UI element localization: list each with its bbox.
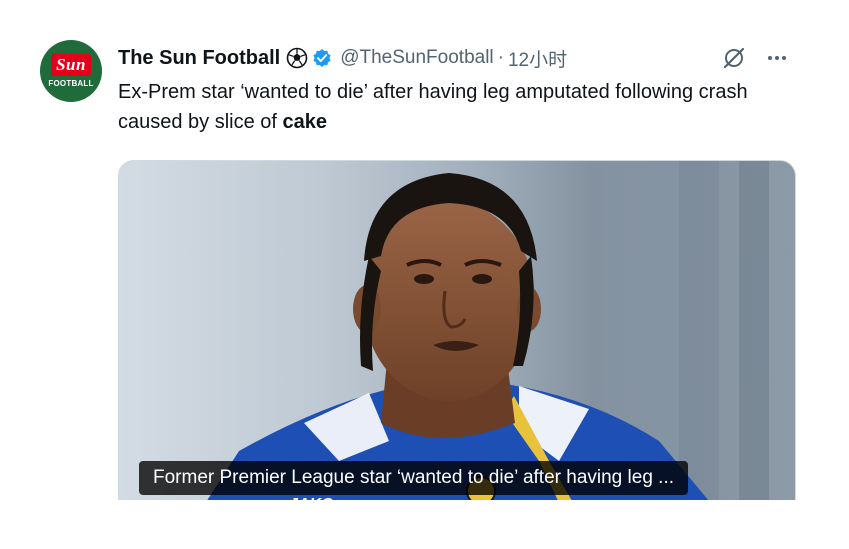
post-timestamp[interactable]: 12小时 bbox=[508, 45, 567, 72]
tweet-card[interactable]: Sun FOOTBALL The Sun Football @TheSunFoo… bbox=[28, 22, 818, 527]
avatar-logo-main: Sun bbox=[51, 54, 91, 76]
grok-icon[interactable] bbox=[720, 44, 748, 72]
bottom-cutoff bbox=[0, 500, 849, 549]
tweet-text-bold: cake bbox=[282, 111, 328, 133]
more-icon[interactable] bbox=[763, 44, 791, 72]
media-card[interactable]: JAKO Former Premier League star ‘wanted … bbox=[118, 160, 796, 514]
tweet-text-body: Ex-Prem star ‘wanted to die’ after havin… bbox=[118, 81, 748, 133]
media-caption[interactable]: Former Premier League star ‘wanted to di… bbox=[139, 461, 688, 495]
verified-badge-icon[interactable] bbox=[312, 48, 332, 68]
tweet-header: The Sun Football @TheSunFootball · 12小时 bbox=[118, 44, 567, 72]
author-avatar[interactable]: Sun FOOTBALL bbox=[40, 40, 102, 102]
author-name[interactable]: The Sun Football bbox=[118, 47, 280, 70]
soccer-ball-icon bbox=[286, 47, 308, 69]
tweet-text: Ex-Prem star ‘wanted to die’ after havin… bbox=[118, 77, 798, 137]
author-handle[interactable]: @TheSunFootball bbox=[340, 47, 493, 69]
separator-dot: · bbox=[497, 47, 504, 68]
avatar-logo-sub: FOOTBALL bbox=[48, 79, 94, 88]
